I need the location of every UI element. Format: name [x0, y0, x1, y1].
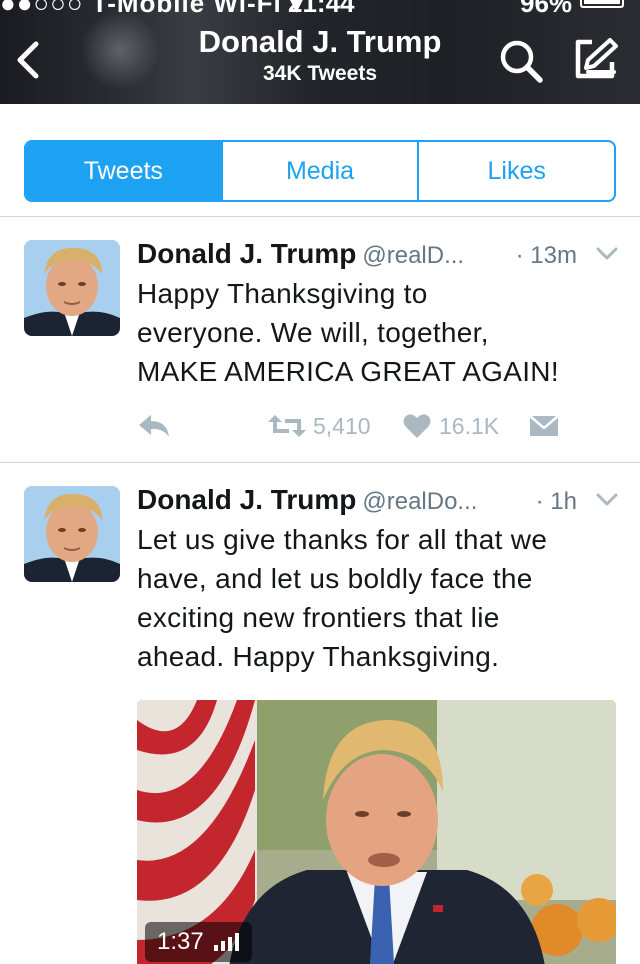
status-bar: ●●○○○ T-Mobile Wi-Fi ▾ 21:44 96%	[0, 0, 640, 18]
tweet-text-line: Happy Thanksgiving to	[137, 278, 428, 309]
retweet-button[interactable]: 5,410	[267, 406, 371, 446]
tab-media[interactable]: Media	[223, 142, 420, 200]
clock: 21:44	[288, 0, 355, 18]
tweet-text-line: exciting new frontiers that lie	[137, 602, 500, 633]
author-name[interactable]: Donald J. Trump	[137, 238, 356, 269]
signal-bars-icon	[213, 933, 239, 951]
tab-tweets[interactable]: Tweets	[26, 142, 223, 200]
author-handle[interactable]: @realDo...	[362, 488, 477, 515]
battery-icon	[580, 0, 624, 8]
heart-icon	[403, 414, 431, 438]
direct-message-button[interactable]	[529, 406, 559, 446]
envelope-icon	[529, 415, 559, 436]
reply-icon	[139, 415, 169, 437]
tweet-text: Happy Thanksgiving to everyone. We will,…	[137, 274, 627, 391]
author-name[interactable]: Donald J. Trump	[137, 484, 356, 515]
tweet-video[interactable]: 1:37	[137, 700, 616, 964]
tweet-header: Donald J. Trump @realD... · 13m	[137, 238, 627, 272]
carrier-label: ●●○○○ T-Mobile Wi-Fi ▾	[0, 0, 304, 18]
search-icon	[500, 40, 543, 83]
search-button[interactable]	[498, 38, 546, 84]
video-duration: 1:37	[157, 928, 204, 955]
retweet-icon	[268, 415, 306, 437]
tweet-header: Donald J. Trump @realDo... · 1h	[137, 484, 627, 518]
video-duration-badge: 1:37	[145, 922, 252, 962]
tweet-text: Let us give thanks for all that we have,…	[137, 520, 627, 676]
profile-tabs: Tweets Media Likes	[24, 140, 616, 202]
compose-icon	[575, 38, 618, 79]
tweet-actions: 5,410 16.1K	[137, 406, 617, 446]
compose-tweet-button[interactable]	[570, 36, 620, 82]
reply-button[interactable]	[137, 406, 171, 446]
avatar[interactable]	[24, 486, 120, 582]
retweet-count: 5,410	[313, 412, 371, 439]
tweet-item[interactable]: Donald J. Trump @realD... · 13m Happy Tha…	[0, 216, 640, 462]
avatar-image	[24, 240, 120, 336]
tweet-text-line: Let us give thanks for all that we	[137, 524, 548, 555]
author-handle[interactable]: @realD...	[362, 242, 464, 269]
tweet-time: · 1h	[535, 488, 577, 515]
tweet-text-line: ahead. Happy Thanksgiving.	[137, 641, 500, 672]
tab-likes[interactable]: Likes	[419, 142, 614, 200]
chevron-down-icon[interactable]	[595, 244, 619, 264]
like-count: 16.1K	[439, 412, 500, 439]
tweet-text-line: everyone. We will, together,	[137, 317, 489, 348]
battery-percent: 96%	[520, 0, 573, 18]
tweet-text-line: have, and let us boldly face the	[137, 563, 533, 594]
chevron-down-icon[interactable]	[595, 490, 619, 510]
tweet-time: · 13m	[515, 242, 577, 269]
like-button[interactable]: 16.1K	[403, 406, 499, 446]
tweet-text-line: MAKE AMERICA GREAT AGAIN!	[137, 356, 559, 387]
profile-header: ●●○○○ T-Mobile Wi-Fi ▾ 21:44 96% Donald …	[0, 0, 640, 104]
avatar-image	[24, 486, 120, 582]
avatar[interactable]	[24, 240, 120, 336]
